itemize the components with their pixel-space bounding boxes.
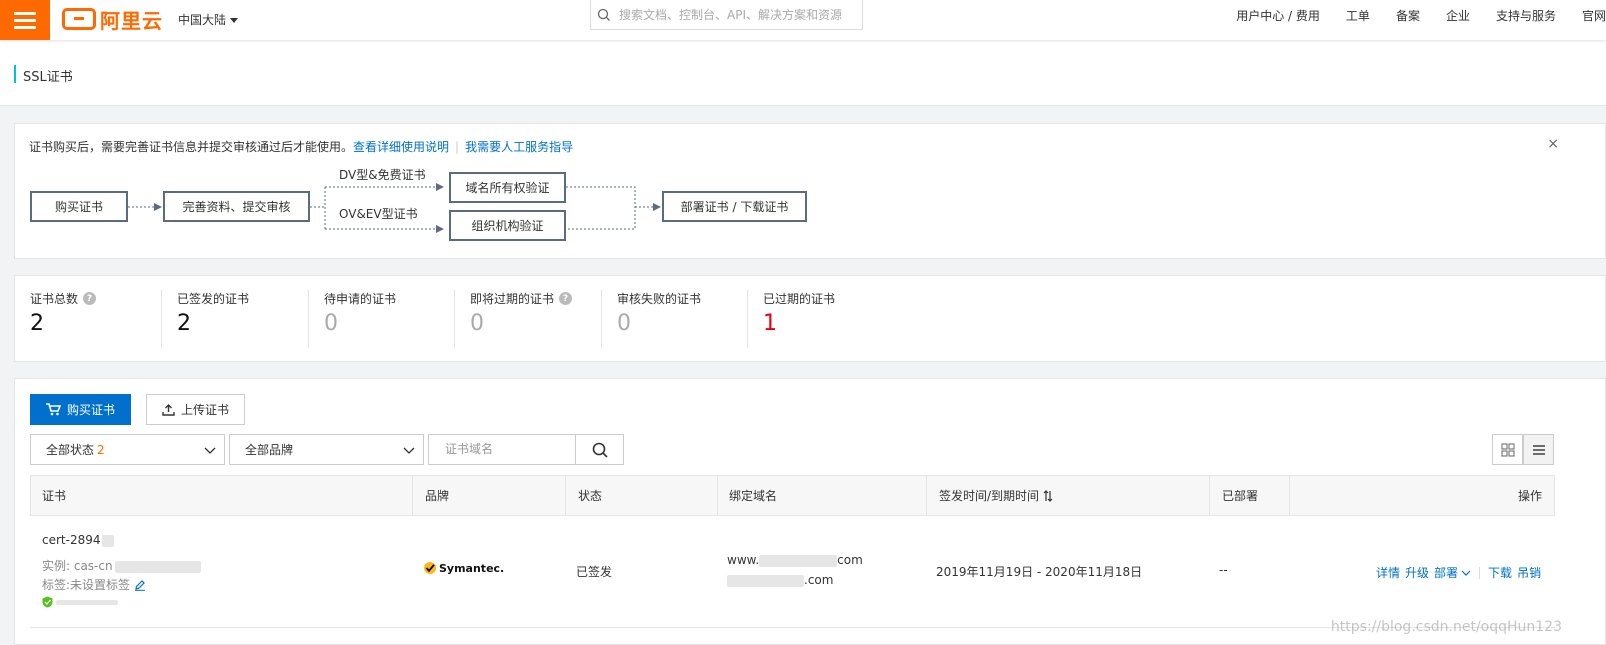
shield-check-icon [42,596,53,608]
watermark-text: https://blog.csdn.net/oqqHun123 [1330,619,1562,635]
flow-step-org-validation: 组织机构验证 [449,210,566,241]
close-icon[interactable]: × [1547,136,1559,152]
cart-icon [45,403,61,416]
upload-icon [162,404,175,416]
row-actions: 详情 升级 部署 下载 吊销 [1376,564,1541,581]
redacted-text [759,554,838,567]
title-accent-bar [14,65,16,83]
nav-official-site[interactable]: 官网 [1582,7,1606,24]
stat-total: 证书总数? 2 [15,290,161,348]
search-icon [597,8,610,21]
brand-filter-select[interactable]: 全部品牌 [229,434,424,465]
stat-pending: 待申请的证书 0 [308,290,454,348]
symantec-check-icon [424,562,436,574]
cert-tags: 标签:未设置标签 [42,576,146,593]
column-header-cert: 证书 [42,489,67,503]
action-divider [1479,566,1481,579]
help-icon[interactable]: ? [559,292,573,305]
flow-step-buy: 购买证书 [30,191,128,222]
domain-search-input[interactable] [445,435,575,463]
chevron-down-icon[interactable] [1461,568,1471,578]
cert-status: 已签发 [576,565,613,579]
cert-name[interactable]: cert-2894 [42,533,114,547]
buy-certificate-button[interactable]: 购买证书 [30,394,131,425]
domain-search-field [428,434,576,465]
redacted-text [727,574,804,587]
hamburger-menu-icon[interactable] [0,0,50,40]
stat-value: 1 [763,311,777,336]
top-nav-links: 用户中心 / 费用 工单 备案 企业 支持与服务 官网 [1210,0,1606,30]
brand-logo: Symantec. [423,561,504,575]
stat-failed: 审核失败的证书 0 [601,290,747,348]
flow-label-ov: OV&EV型证书 [339,207,418,221]
nav-enterprise[interactable]: 企业 [1446,7,1470,24]
column-header-dates[interactable]: 签发时间/到期时间 [926,476,1209,515]
cert-security-status [42,596,118,608]
stat-expired: 已过期的证书 1 [747,290,893,348]
nav-support[interactable]: 支持与服务 [1496,7,1556,24]
status-count-badge: 2 [97,442,105,457]
list-view-button[interactable] [1523,434,1554,465]
global-search-input[interactable] [619,7,859,22]
list-view-icon [1532,444,1545,455]
stat-value: 2 [30,311,44,336]
stat-value: 2 [177,311,191,336]
status-filter-select[interactable]: 全部状态 2 [30,434,225,465]
page-title: SSL证书 [23,70,73,85]
flow-label-dv: DV型&免费证书 [339,168,426,182]
flow-step-domain-validation: 域名所有权验证 [449,172,566,203]
chevron-down-icon [204,447,216,454]
process-notice-panel: 证书购买后，需要完善证书信息并提交审核通过后才能使用。查看详细使用说明 | 我需要人… [14,123,1606,259]
brand-name: 阿里云 [100,8,163,33]
bound-domain-1: www. com [727,553,863,567]
aliyun-logo-icon [62,8,96,30]
nav-user-center[interactable]: 用户中心 / 费用 [1236,7,1320,24]
domain-search-button[interactable] [575,434,624,465]
nav-filing[interactable]: 备案 [1396,7,1420,24]
flow-step-submit: 完善资料、提交审核 [163,191,310,222]
action-download-link[interactable]: 下载 [1488,564,1512,581]
edit-icon[interactable] [134,579,146,591]
action-detail-link[interactable]: 详情 [1376,564,1400,581]
nav-ticket[interactable]: 工单 [1346,7,1370,24]
grid-view-icon [1501,443,1514,456]
region-selector[interactable]: 中国大陆 [178,11,239,28]
sort-icon [1043,489,1053,502]
redacted-text [114,560,201,573]
table-header: 证书 品牌 状态 绑定域名 签发时间/到期时间 已部署 操作 [30,475,1555,516]
help-icon[interactable]: ? [83,292,97,305]
top-navbar: 阿里云 中国大陆 用户中心 / 费用 工单 备案 企业 支持与服务 官网 [0,0,1606,40]
table-row: cert-2894 实例: cas-cn 标签:未设置标签 Symantec. … [30,516,1555,628]
stat-issued: 已签发的证书 2 [161,290,308,348]
action-upgrade-link[interactable]: 升级 [1405,564,1429,581]
flow-step-deploy: 部署证书 / 下载证书 [662,191,807,222]
redacted-text [101,534,114,547]
stat-expiring: 即将过期的证书? 0 [454,290,601,348]
column-header-deployed: 已部署 [1209,476,1289,515]
column-header-brand: 品牌 [412,476,565,515]
card-view-button[interactable] [1492,434,1523,465]
stat-value: 0 [324,311,338,336]
page-header: SSL证书 [0,40,1606,106]
cert-deployed: -- [1219,563,1228,577]
cert-instance: 实例: cas-cn [42,557,201,574]
column-header-actions: 操作 [1289,476,1555,515]
column-header-domain: 绑定域名 [717,476,926,515]
upload-certificate-button[interactable]: 上传证书 [146,394,245,425]
aliyun-logo[interactable]: 阿里云 [62,5,163,33]
stats-panel: 证书总数? 2 已签发的证书 2 待申请的证书 0 即将过期的证书? 0 审核失… [14,275,1606,362]
caret-down-icon [230,18,239,23]
bound-domain-2: .com [727,573,833,587]
certificate-list-panel: 购买证书 上传证书 全部状态2 全部品牌 证书 品牌 状态 绑定域名 签发时间/… [14,378,1606,645]
chevron-down-icon [403,447,415,454]
stat-value: 0 [617,311,631,336]
stat-value: 0 [470,311,484,336]
action-deploy-dropdown[interactable]: 部署 [1434,564,1458,581]
redacted-text [56,599,118,605]
search-icon [592,442,608,458]
action-revoke-link[interactable]: 吊销 [1517,564,1541,581]
cert-validity-dates: 2019年11月19日 - 2020年11月18日 [936,565,1143,579]
column-header-status: 状态 [565,476,717,515]
global-search [590,0,863,30]
